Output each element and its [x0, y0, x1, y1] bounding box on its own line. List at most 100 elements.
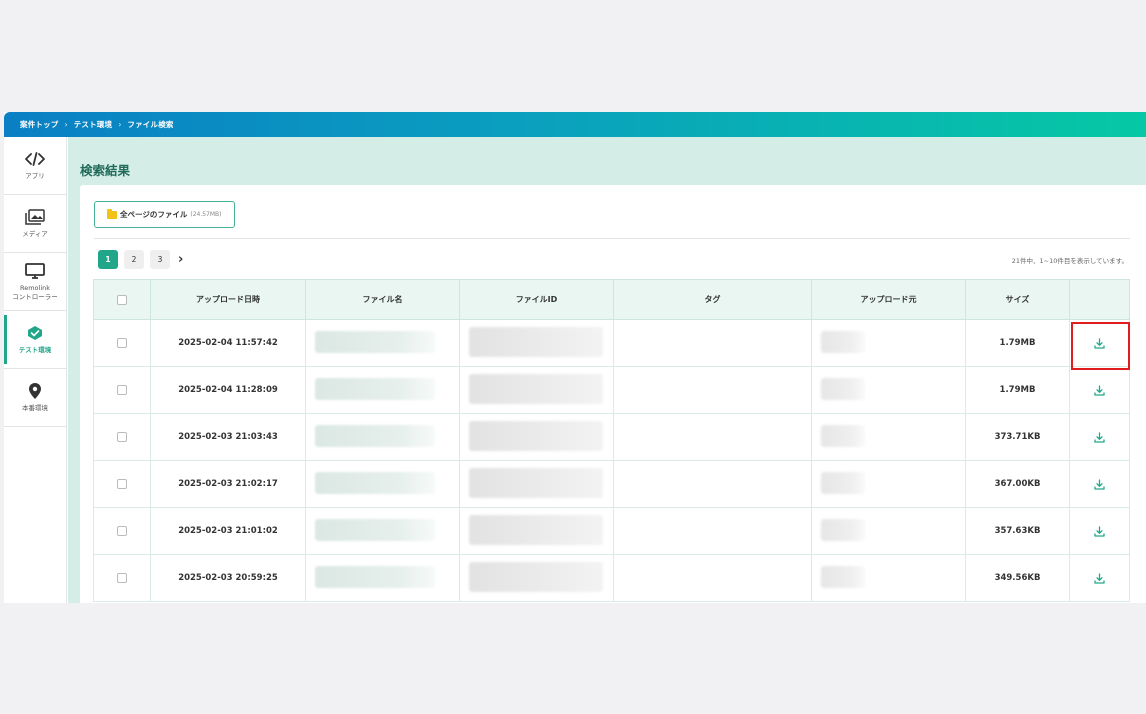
total-size: (24.57MB): [190, 211, 222, 218]
row-checkbox-cell: [93, 554, 151, 602]
row-checkbox[interactable]: [117, 525, 127, 536]
upload-datetime-cell: 2025-02-04 11:28:09: [150, 366, 306, 414]
tag-cell: [613, 319, 812, 367]
breadcrumb: 案件トップ › テスト環境 › ファイル検索: [4, 112, 1146, 137]
download-button[interactable]: [1070, 572, 1129, 584]
file-id-cell: [459, 319, 614, 367]
media-icon: [25, 208, 45, 226]
sidebar-item-remolink-controller[interactable]: Remolink コントローラー: [4, 253, 66, 311]
blurred-upload-source: [821, 565, 865, 588]
blurred-file-name: [315, 518, 435, 541]
column-header-file-id[interactable]: ファイルID: [459, 279, 614, 320]
blurred-upload-source: [821, 330, 865, 353]
download-icon: [1094, 572, 1105, 584]
download-icon: [1094, 384, 1105, 396]
pagination: 1 2 3 ›: [98, 250, 183, 269]
download-all-label: 全ページのファイル: [120, 210, 188, 219]
divider: [94, 238, 1130, 239]
sidebar-item-test-env[interactable]: テスト環境: [4, 311, 66, 369]
download-button[interactable]: [1070, 384, 1129, 396]
blurred-file-id: [469, 326, 603, 357]
table-row: 2025-02-03 20:59:25 349.56KB: [93, 554, 1130, 602]
blurred-file-id: [469, 561, 603, 592]
sidebar-item-label: テスト環境: [18, 346, 52, 354]
check-badge-icon: [26, 324, 44, 342]
breadcrumb-item-test-env[interactable]: テスト環境: [74, 119, 113, 130]
page-button-2[interactable]: 2: [124, 250, 144, 269]
column-header-tag[interactable]: タグ: [613, 279, 812, 320]
upload-source-cell: [811, 460, 966, 508]
upload-datetime-cell: 2025-02-04 11:57:42: [150, 319, 306, 367]
table-row: 2025-02-03 21:01:02 357.63KB: [93, 507, 1130, 555]
tag-cell: [613, 366, 812, 414]
blurred-file-name: [315, 424, 435, 447]
sidebar-item-app[interactable]: アプリ: [4, 137, 66, 195]
breadcrumb-separator-icon: ›: [64, 120, 68, 129]
upload-source-cell: [811, 507, 966, 555]
download-cell: [1069, 366, 1130, 414]
download-button[interactable]: [1070, 337, 1129, 349]
size-cell: 367.00KB: [965, 460, 1070, 508]
size-cell: 373.71KB: [965, 413, 1070, 461]
upload-source-cell: [811, 413, 966, 461]
row-checkbox[interactable]: [117, 478, 127, 489]
download-cell: [1069, 554, 1130, 602]
blurred-upload-source: [821, 377, 865, 400]
page-title: 検索結果: [80, 163, 131, 178]
file-name-cell: [305, 507, 460, 555]
column-header-size[interactable]: サイズ: [965, 279, 1070, 320]
breadcrumb-separator-icon: ›: [118, 120, 122, 129]
main-content: 検索結果 全ページのファイル (24.57MB) 1 2 3 › 21件中、1~…: [68, 137, 1146, 603]
chevron-right-icon[interactable]: ›: [178, 252, 183, 267]
blurred-upload-source: [821, 424, 865, 447]
app-window: 案件トップ › テスト環境 › ファイル検索 アプリ メディア Remolink…: [4, 112, 1146, 603]
download-button[interactable]: [1070, 478, 1129, 490]
size-cell: 349.56KB: [965, 554, 1070, 602]
row-checkbox-cell: [93, 413, 151, 461]
column-header-actions: [1069, 279, 1130, 320]
download-button[interactable]: [1070, 431, 1129, 443]
download-cell: [1069, 460, 1130, 508]
file-table: アップロード日時 ファイル名 ファイルID タグ アップロード元 サイズ 202…: [93, 279, 1130, 602]
sidebar: アプリ メディア Remolink コントローラー テスト環境 本番環境: [4, 137, 67, 603]
page-button-1[interactable]: 1: [98, 250, 118, 269]
blurred-file-name: [315, 565, 435, 588]
page-button-3[interactable]: 3: [150, 250, 170, 269]
download-cell: [1069, 319, 1130, 367]
column-header-upload-source[interactable]: アップロード元: [811, 279, 966, 320]
upload-datetime-cell: 2025-02-03 21:03:43: [150, 413, 306, 461]
download-all-files-button[interactable]: 全ページのファイル (24.57MB): [94, 201, 235, 228]
file-name-cell: [305, 366, 460, 414]
monitor-icon: [25, 262, 45, 280]
file-name-cell: [305, 319, 460, 367]
row-checkbox[interactable]: [117, 572, 127, 583]
blurred-file-name: [315, 330, 435, 353]
tag-cell: [613, 460, 812, 508]
sidebar-item-label: メディア: [22, 230, 48, 238]
file-name-cell: [305, 554, 460, 602]
blurred-file-id: [469, 514, 603, 545]
column-header-file-name[interactable]: ファイル名: [305, 279, 460, 320]
tag-cell: [613, 554, 812, 602]
download-cell: [1069, 507, 1130, 555]
row-checkbox[interactable]: [117, 431, 127, 442]
size-cell: 357.63KB: [965, 507, 1070, 555]
row-checkbox-cell: [93, 319, 151, 367]
blurred-upload-source: [821, 471, 865, 494]
row-checkbox[interactable]: [117, 337, 127, 348]
tag-cell: [613, 413, 812, 461]
download-button[interactable]: [1070, 525, 1129, 537]
results-card: 全ページのファイル (24.57MB) 1 2 3 › 21件中、1~10件目を…: [80, 185, 1146, 603]
sidebar-item-production-env[interactable]: 本番環境: [4, 369, 66, 427]
breadcrumb-item-project-top[interactable]: 案件トップ: [20, 119, 59, 130]
row-checkbox[interactable]: [117, 384, 127, 395]
file-id-cell: [459, 366, 614, 414]
upload-source-cell: [811, 366, 966, 414]
select-all-checkbox[interactable]: [117, 294, 127, 305]
download-cell: [1069, 413, 1130, 461]
folder-icon: [107, 208, 117, 219]
column-header-upload-datetime[interactable]: アップロード日時: [150, 279, 306, 320]
upload-datetime-cell: 2025-02-03 21:01:02: [150, 507, 306, 555]
size-cell: 1.79MB: [965, 366, 1070, 414]
sidebar-item-media[interactable]: メディア: [4, 195, 66, 253]
